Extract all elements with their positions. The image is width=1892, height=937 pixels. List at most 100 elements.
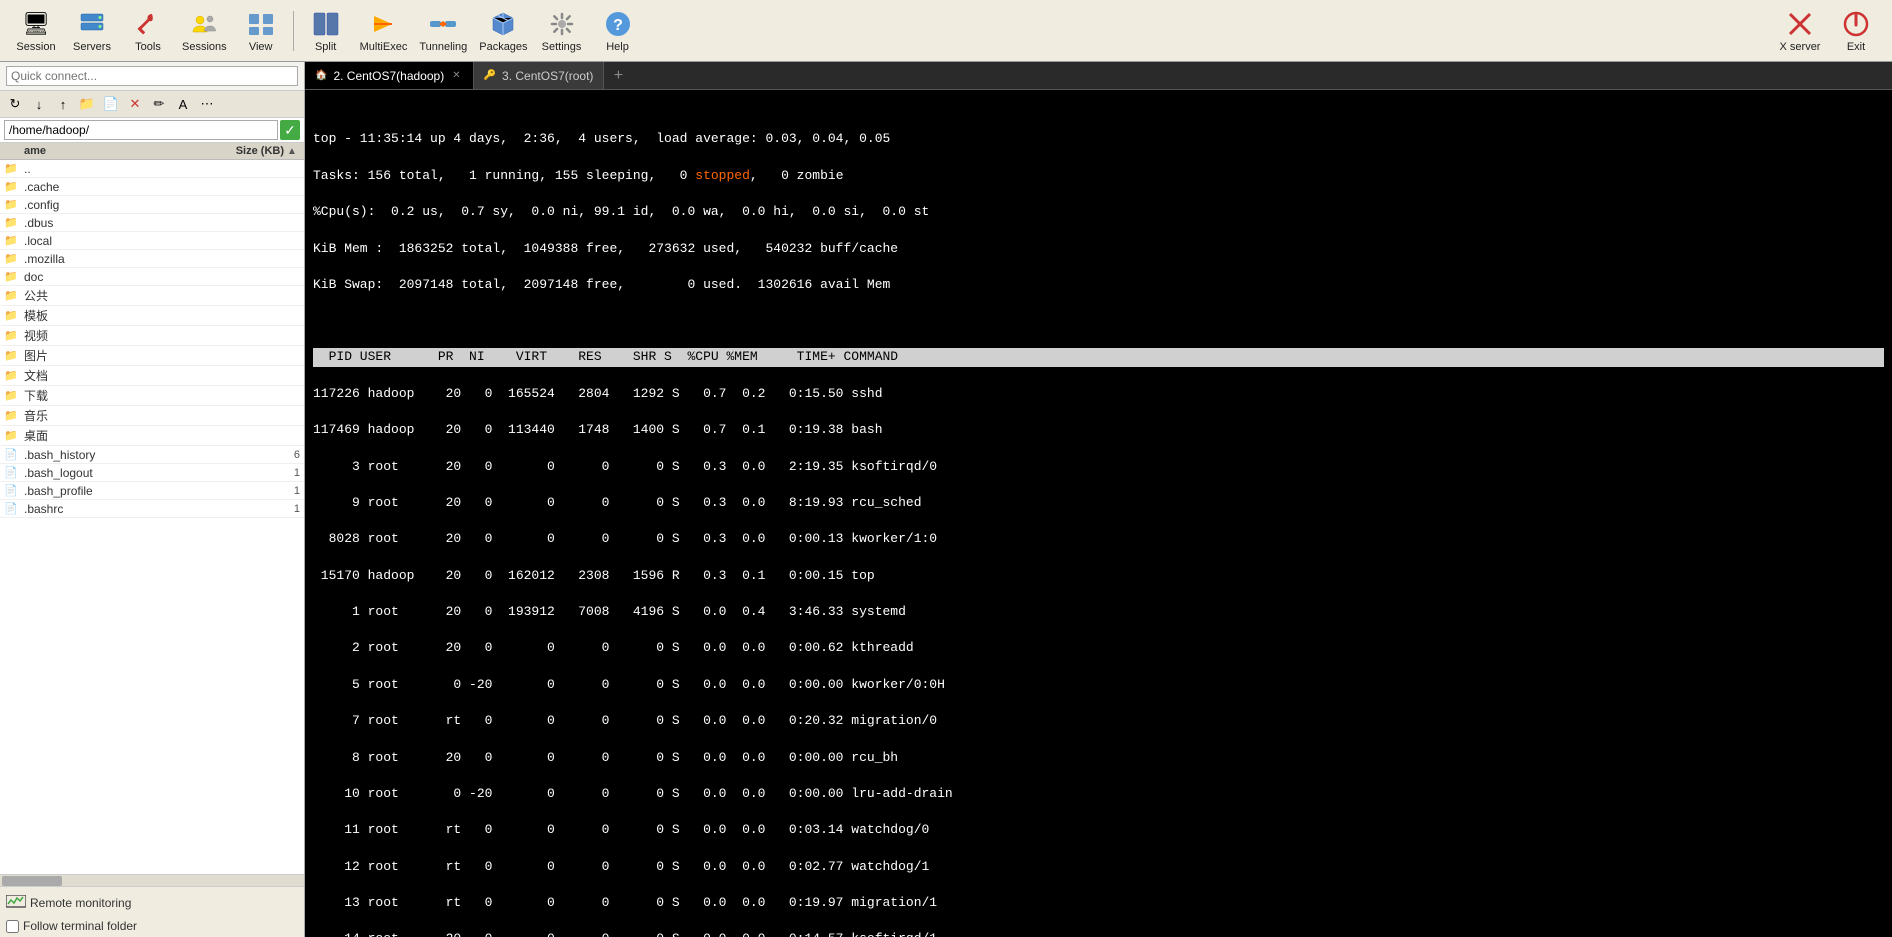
file-name: 图片: [24, 347, 220, 364]
file-name: 文档: [24, 367, 220, 384]
sidebar-edit-button[interactable]: A: [172, 93, 194, 115]
help-button[interactable]: ? Help: [590, 3, 646, 59]
file-name: .bash_logout: [24, 466, 220, 480]
xserver-label: X server: [1780, 41, 1821, 53]
file-item[interactable]: 📁.local: [0, 232, 304, 250]
file-item[interactable]: 📁 公共: [0, 286, 304, 306]
servers-button[interactable]: Servers: [64, 3, 120, 59]
folder-icon: 📁: [4, 369, 20, 382]
sidebar-more-button[interactable]: ⋯: [196, 93, 218, 115]
multiexec-button[interactable]: MultiExec: [354, 3, 414, 59]
view-icon: [245, 8, 277, 40]
sidebar-horizontal-scrollbar[interactable]: [0, 874, 304, 886]
folder-icon: 📁: [4, 329, 20, 342]
file-item[interactable]: 📁模板: [0, 306, 304, 326]
size-column-header: Size (KB): [204, 145, 284, 157]
file-item[interactable]: 📁..: [0, 160, 304, 178]
terminal-line: [313, 312, 1884, 330]
path-ok-button[interactable]: ✓: [280, 120, 300, 140]
sidebar-new-folder-button[interactable]: 📁: [76, 93, 98, 115]
tab2-label: 3. CentOS7(root): [502, 69, 593, 83]
file-item[interactable]: 📁下载: [0, 386, 304, 406]
folder-icon: 📁: [4, 216, 20, 229]
file-item[interactable]: 📁 图片: [0, 346, 304, 366]
xserver-button[interactable]: X server: [1772, 3, 1828, 59]
session-button[interactable]: 🖥 Session: [8, 3, 64, 59]
sidebar-new-file-button[interactable]: 📄: [100, 93, 122, 115]
hscroll-thumb[interactable]: [2, 876, 62, 886]
sidebar: ↻ ↓ ↑ 📁 📄 ✕ ✏ A ⋯ /home/hadoop/ ✓ ame Si…: [0, 62, 305, 937]
sidebar-delete-button[interactable]: ✕: [124, 93, 146, 115]
file-item[interactable]: 📁桌面: [0, 426, 304, 446]
file-size: 1: [220, 503, 300, 515]
packages-icon: [487, 8, 519, 40]
tunneling-button[interactable]: Tunneling: [413, 3, 473, 59]
folder-icon: 📁: [4, 389, 20, 402]
tools-icon: [132, 8, 164, 40]
split-button[interactable]: Split: [298, 3, 354, 59]
file-item[interactable]: 📄.bashrc1: [0, 500, 304, 518]
sidebar-refresh-button[interactable]: ↻: [4, 93, 26, 115]
file-item[interactable]: 📁.mozilla: [0, 250, 304, 268]
help-icon: ?: [602, 8, 634, 40]
terminal-line: KiB Mem : 1863252 total, 1049388 free, 2…: [313, 240, 1884, 258]
file-item[interactable]: 📁doc: [0, 268, 304, 286]
folder-icon: 📁: [4, 289, 20, 302]
tab-add-button[interactable]: +: [604, 62, 632, 89]
help-label: Help: [606, 41, 629, 53]
follow-terminal-checkbox[interactable]: [6, 920, 19, 933]
folder-icon: 📁: [4, 349, 20, 362]
terminal-line: 9 root 20 0 0 0 0 S 0.3 0.0 8:19.93 rcu_…: [313, 494, 1884, 512]
tab-centos7-root[interactable]: 🔑 3. CentOS7(root): [474, 62, 605, 89]
exit-button[interactable]: Exit: [1828, 3, 1884, 59]
sort-icon[interactable]: ▲: [284, 146, 300, 157]
multiexec-icon: [367, 8, 399, 40]
file-item[interactable]: 📁 文档: [0, 366, 304, 386]
terminal-line: Tasks: 156 total, 1 running, 155 sleepin…: [313, 167, 1884, 185]
exit-label: Exit: [1847, 41, 1865, 53]
sessions-icon: [188, 8, 220, 40]
file-item[interactable]: 📄.bash_logout1: [0, 464, 304, 482]
file-name: .bashrc: [24, 502, 220, 516]
file-name: ..: [24, 162, 220, 176]
sidebar-toolbar: ↻ ↓ ↑ 📁 📄 ✕ ✏ A ⋯: [0, 91, 304, 118]
quick-connect-input[interactable]: [6, 66, 298, 86]
file-name: 公共: [24, 287, 220, 304]
path-input[interactable]: /home/hadoop/: [4, 120, 278, 140]
monitor-icon: [6, 893, 26, 913]
remote-monitoring-button[interactable]: Remote monitoring: [6, 891, 298, 915]
file-item[interactable]: 📁.dbus: [0, 214, 304, 232]
settings-label: Settings: [542, 41, 582, 53]
file-name: 音乐: [24, 407, 220, 424]
sidebar-bottom: Remote monitoring Follow terminal folder: [0, 886, 304, 937]
terminal-line: KiB Swap: 2097148 total, 2097148 free, 0…: [313, 276, 1884, 294]
sessions-label: Sessions: [182, 41, 227, 53]
file-item[interactable]: 📁.config: [0, 196, 304, 214]
sidebar-rename-button[interactable]: ✏: [148, 93, 170, 115]
sidebar-download-button[interactable]: ↓: [28, 93, 50, 115]
settings-button[interactable]: Settings: [534, 3, 590, 59]
file-item[interactable]: 📁视频: [0, 326, 304, 346]
sidebar-upload-button[interactable]: ↑: [52, 93, 74, 115]
file-size: 1: [220, 485, 300, 497]
file-item[interactable]: 📄.bash_profile1: [0, 482, 304, 500]
folder-icon: 📁: [4, 180, 20, 193]
file-item[interactable]: 📁.cache: [0, 178, 304, 196]
svg-text:?: ?: [613, 17, 623, 34]
file-item[interactable]: 📄.bash_history6: [0, 446, 304, 464]
folder-icon: 📁: [4, 429, 20, 442]
file-item[interactable]: 📁音乐: [0, 406, 304, 426]
packages-label: Packages: [479, 41, 527, 53]
packages-button[interactable]: Packages: [473, 3, 533, 59]
servers-icon: [76, 8, 108, 40]
view-button[interactable]: View: [233, 3, 289, 59]
tools-button[interactable]: Tools: [120, 3, 176, 59]
terminal-line: 14 root 20 0 0 0 0 S 0.0 0.0 0:14.57 kso…: [313, 930, 1884, 937]
file-name: .local: [24, 234, 220, 248]
tab-centos7-hadoop[interactable]: 🏠 2. CentOS7(hadoop) ✕: [305, 62, 474, 89]
terminal-content[interactable]: top - 11:35:14 up 4 days, 2:36, 4 users,…: [305, 90, 1892, 937]
sessions-button[interactable]: Sessions: [176, 3, 233, 59]
tab1-close[interactable]: ✕: [450, 70, 462, 81]
terminal-line: 13 root rt 0 0 0 0 S 0.0 0.0 0:19.97 mig…: [313, 894, 1884, 912]
file-name: doc: [24, 270, 220, 284]
